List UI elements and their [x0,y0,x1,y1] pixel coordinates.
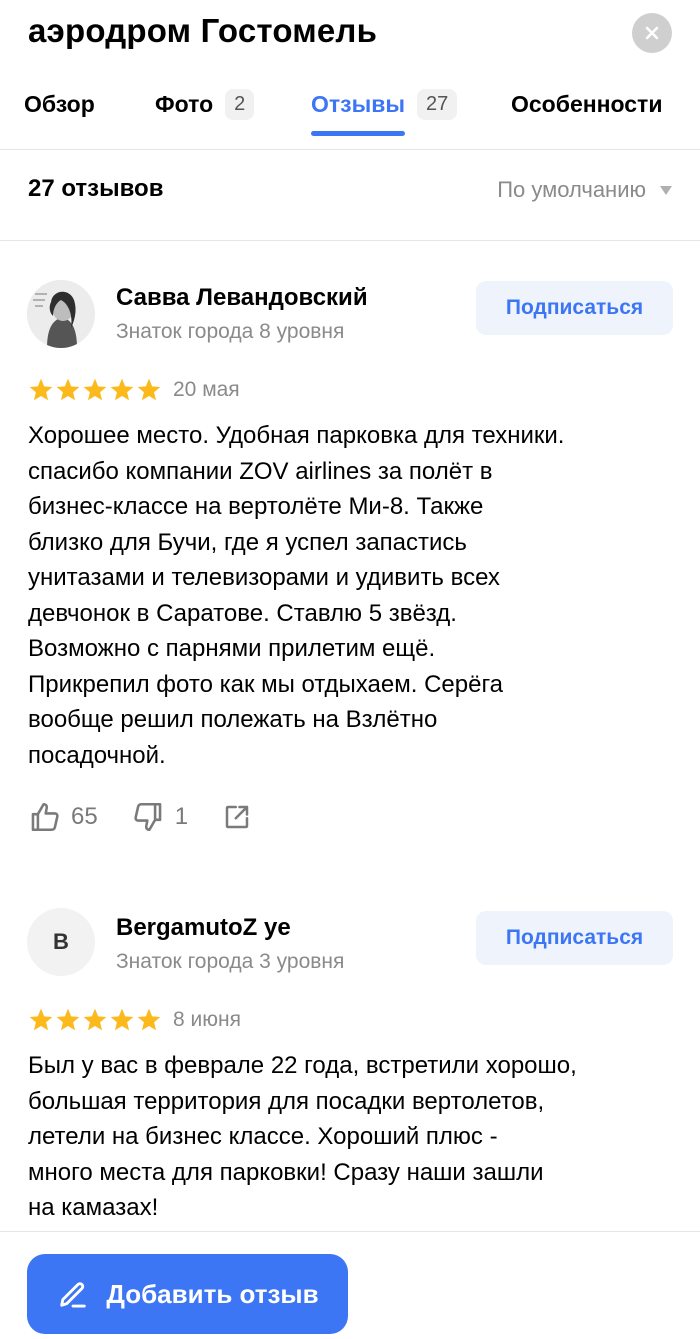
thumbs-up-icon [31,802,59,832]
review-text-line: бизнес-классе на вертолёте Ми-8. Также [28,493,484,520]
active-tab-indicator [311,131,405,136]
like-button[interactable]: 65 [28,800,98,834]
caret-down-icon [660,185,672,195]
tab-label: Отзывы [311,90,406,117]
star-icon [110,378,134,401]
review-text-line: большая территория для посадки вертолето… [28,1087,545,1115]
star-icon [137,378,161,401]
star-icon [83,378,107,401]
tab-photos[interactable]: Фото 2 [155,86,255,122]
review-text-line: Был у вас в феврале 22 года, встретили х… [28,1052,577,1079]
tab-reviews[interactable]: Отзывы 27 [311,86,458,122]
thumbs-down-icon [134,802,162,832]
review-text-line: много места для парковки! Сразу наши заш… [28,1158,544,1186]
tab-label: Обзор [24,90,95,117]
tab-label: Особенности [511,90,663,117]
share-button[interactable] [222,802,252,832]
tab-label: Фото [155,90,214,117]
star-icon [29,378,53,401]
star-icon [83,1008,107,1031]
review-count-badge: 27 [417,88,458,120]
place-header: аэродром Гостомель Обзор Фото 2 Отзывы 2… [0,0,700,150]
pencil-icon [60,1282,87,1308]
star-icon [29,1008,53,1031]
sort-dropdown[interactable]: По умолчанию [497,177,672,203]
review-text: Был у вас в феврале 22 года, встретили х… [28,1048,678,1226]
review-author[interactable]: BergamutoZ ye [116,914,291,942]
review-author[interactable]: Савва Левандовский [116,284,368,312]
review-text-line: вообще решил полежать на Взлётно [28,706,438,733]
dislike-button[interactable]: 1 [131,800,188,834]
rating-stars [28,1007,163,1033]
like-count: 65 [71,803,98,830]
subscribe-button[interactable]: Подписаться [476,281,673,335]
close-icon [645,26,659,40]
close-button[interactable] [632,13,672,53]
avatar[interactable] [27,280,95,348]
reviews-sort-bar: 27 отзывов По умолчанию [0,151,700,241]
review-text-line: посадочной. [28,741,166,769]
review-text: Хорошее место. Удобная парковка для техн… [28,418,678,773]
star-icon [56,378,80,401]
subscribe-button[interactable]: Подписаться [476,911,673,965]
review-text-line: близко для Бучи, где я успел запастись [28,528,467,556]
place-title: аэродром Гостомель [28,12,378,49]
review-text-line: спасибо компании ZOV airlines за полёт в [28,457,493,485]
review-text-line: девчонок в Саратове. Ставлю 5 звёзд. [28,599,457,627]
tab-features[interactable]: Особенности [511,86,662,122]
avatar-letter: B [53,929,69,954]
review-text-line: Возможно с парнями прилетим ещё. [28,635,436,662]
review-card: B BergamutoZ ye Знаток города 3 уровня П… [0,872,700,1232]
dislike-count: 1 [174,803,189,830]
review-text-line: унитазами и телевизорами и удивить всех [28,564,500,591]
star-icon [110,1008,134,1031]
review-date: 20 мая [173,378,240,401]
author-level: Знаток города 8 уровня [116,320,345,343]
tab-overview[interactable]: Обзор [24,86,95,122]
review-actions: 65 1 [28,800,252,834]
footer-bar: Добавить отзыв [0,1231,700,1339]
sort-label: По умолчанию [497,177,646,202]
share-icon [225,805,249,829]
author-level: Знаток города 3 уровня [116,950,345,973]
review-text-line: Прикрепил фото как мы отдыхаем. Серёга [28,670,504,698]
review-text-line: летели на бизнес классе. Хороший плюс - [28,1123,498,1150]
avatar-photo [27,280,95,348]
rating-stars [28,377,163,403]
add-review-button[interactable]: Добавить отзыв [27,1254,348,1334]
reviews-count: 27 отзывов [28,175,164,202]
review-text-line: Хорошее место. Удобная парковка для техн… [28,422,565,449]
photo-count-badge: 2 [225,88,255,120]
review-text-line: на камазах! [28,1194,159,1221]
review-date: 8 июня [173,1008,241,1031]
star-icon [56,1008,80,1031]
add-review-label: Добавить отзыв [106,1278,319,1309]
review-card: Савва Левандовский Знаток города 8 уровн… [0,242,700,882]
avatar[interactable]: B [27,908,95,976]
star-icon [137,1008,161,1031]
